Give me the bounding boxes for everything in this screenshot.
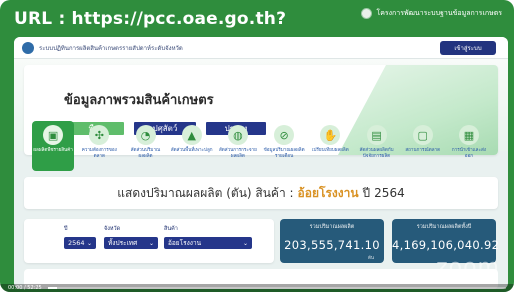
menu-item-output-share[interactable]: ◔ สัดส่วนปริมาณผลผลิต <box>124 121 166 171</box>
year-filter-label: ปี <box>64 226 68 232</box>
stat-value: 203,555,741.10 <box>284 238 380 252</box>
menu-item-monthly-output[interactable]: ⊘ ข้อมูลปริมาณผลผลิตรายเดือน <box>263 121 305 171</box>
menu-item-distribution[interactable]: ◍ สัดส่วนการกระจายผลผลิต <box>217 121 259 171</box>
year-select[interactable]: 2564 ⌄ <box>64 237 96 249</box>
menu-item-label: การนำเข้าและส่งออก <box>451 148 486 159</box>
report-icon: ▦ <box>458 125 479 145</box>
video-progress-fill <box>47 287 57 289</box>
menu-item-label: เปรียบเทียบผลผลิต <box>311 148 349 153</box>
product-filter-label: สินค้า <box>164 226 178 232</box>
summary-heading: แสดงปริมาณผลผลิต (ตัน) สินค้า : อ้อยโรงง… <box>24 177 498 209</box>
video-progress-track[interactable] <box>47 287 506 289</box>
filter-panel: ปี 2564 ⌄ จังหวัด ทั้งประเทศ ⌄ สินค้า อ้… <box>24 219 274 263</box>
video-controls: 00:00 / 52:25 <box>0 284 514 292</box>
system-name: ระบบปฏิทินการผลิตสินค้าเกษตรรายสัปดาห์ระ… <box>39 44 183 52</box>
org-name: โครงการพัฒนาระบบฐานข้อมูลการเกษตร <box>376 9 502 17</box>
globe-icon: ◍ <box>227 125 248 145</box>
menu-item-label: สัดส่วนการกระจายผลผลิต <box>219 148 257 159</box>
menu-item-label: สถานการณ์ตลาด <box>405 148 441 153</box>
top-navbar: ระบบปฏิทินการผลิตสินค้าเกษตรรายสัปดาห์ระ… <box>14 37 508 59</box>
menu-item-label: ผลผลิตพืชรายสินค้า <box>33 148 73 153</box>
menu-icons-row: ▣ ผลผลิตพืชรายสินค้า ✣ ความต้องการของตลา… <box>24 121 498 171</box>
zoom-watermark: zoom <box>436 255 500 280</box>
summary-year: 2564 <box>374 186 405 200</box>
stat-caption: รวมปริมาณผลผลิตทั้งปี <box>416 224 472 230</box>
box-icon: ▣ <box>43 125 64 145</box>
product-select[interactable]: อ้อยโรงงาน ⌄ <box>164 237 252 249</box>
menu-item-label: ข้อมูลปริมาณผลผลิตรายเดือน <box>263 148 305 159</box>
stat-caption: รวมปริมาณผลผลิต <box>309 224 355 230</box>
stat-value: 4,169,106,040.92 <box>392 238 500 252</box>
menu-item-market-situation[interactable]: ▢ สถานการณ์ตลาด <box>402 121 444 171</box>
chat-icon: ▢ <box>412 125 433 145</box>
menu-item-market-demand[interactable]: ✣ ความต้องการของตลาด <box>78 121 120 171</box>
menu-item-planting-area[interactable]: ▲ สัดส่วนพื้นที่เพาะปลูก <box>171 121 213 171</box>
video-time: 00:00 / 52:25 <box>8 285 42 291</box>
page-title: ข้อมูลภาพรวมสินค้าเกษตร <box>64 93 214 108</box>
summary-year-prefix: ปี <box>362 185 371 200</box>
menu-item-import-export[interactable]: ▦ การนำเข้าและส่งออก <box>448 121 490 171</box>
web-page: ระบบปฏิทินการผลิตสินค้าเกษตรรายสัปดาห์ระ… <box>14 37 508 289</box>
chevron-down-icon: ⌄ <box>86 239 92 247</box>
pie-chart-icon: ◔ <box>135 125 156 145</box>
year-select-value: 2564 <box>68 239 85 247</box>
url-banner: URL : https://pcc.oae.go.th? <box>14 9 287 29</box>
province-select[interactable]: ทั้งประเทศ ⌄ <box>104 237 158 249</box>
menu-item-product-output[interactable]: ▣ ผลผลิตพืชรายสินค้า <box>32 121 75 171</box>
org-badge: โครงการพัฒนาระบบฐานข้อมูลการเกษตร <box>361 8 502 19</box>
menu-item-label: สัดส่วนปริมาณผลผลิต <box>130 148 161 159</box>
menu-item-label: ความต้องการของตลาด <box>81 148 117 159</box>
fork-knife-icon: ✣ <box>89 125 110 145</box>
menu-item-label: สัดส่วนพื้นที่เพาะปลูก <box>170 148 213 153</box>
menu-item-compare[interactable]: ✋ เปรียบเทียบผลผลิต <box>309 121 351 171</box>
seal-icon <box>361 8 373 19</box>
login-button[interactable]: เข้าสู่ระบบ <box>440 41 496 55</box>
chevron-down-icon: ⌄ <box>242 239 248 247</box>
compass-icon: ⊘ <box>274 125 295 145</box>
summary-prefix: แสดงปริมาณผลผลิต (ตัน) สินค้า : <box>117 185 294 200</box>
product-select-value: อ้อยโรงงาน <box>168 239 202 247</box>
province-select-value: ทั้งประเทศ <box>108 239 138 247</box>
stat-card-output: รวมปริมาณผลผลิต 203,555,741.10 ตัน <box>280 219 384 263</box>
chevron-down-icon: ⌄ <box>148 239 154 247</box>
menu-item-production-factors[interactable]: ▤ สัดส่วนผลผลิตกับปัจจัยการผลิต <box>355 121 397 171</box>
hand-icon: ✋ <box>320 125 341 145</box>
field-icon: ▲ <box>181 125 202 145</box>
province-filter-label: จังหวัด <box>104 226 121 232</box>
video-frame: URL : https://pcc.oae.go.th? โครงการพัฒน… <box>0 0 514 292</box>
stat-unit: ตัน <box>368 256 374 261</box>
summary-product: อ้อยโรงงาน <box>297 185 359 200</box>
logo-icon <box>22 41 34 54</box>
menu-item-label: สัดส่วนผลผลิตกับปัจจัยการผลิต <box>359 148 394 159</box>
document-icon: ▤ <box>366 125 387 145</box>
